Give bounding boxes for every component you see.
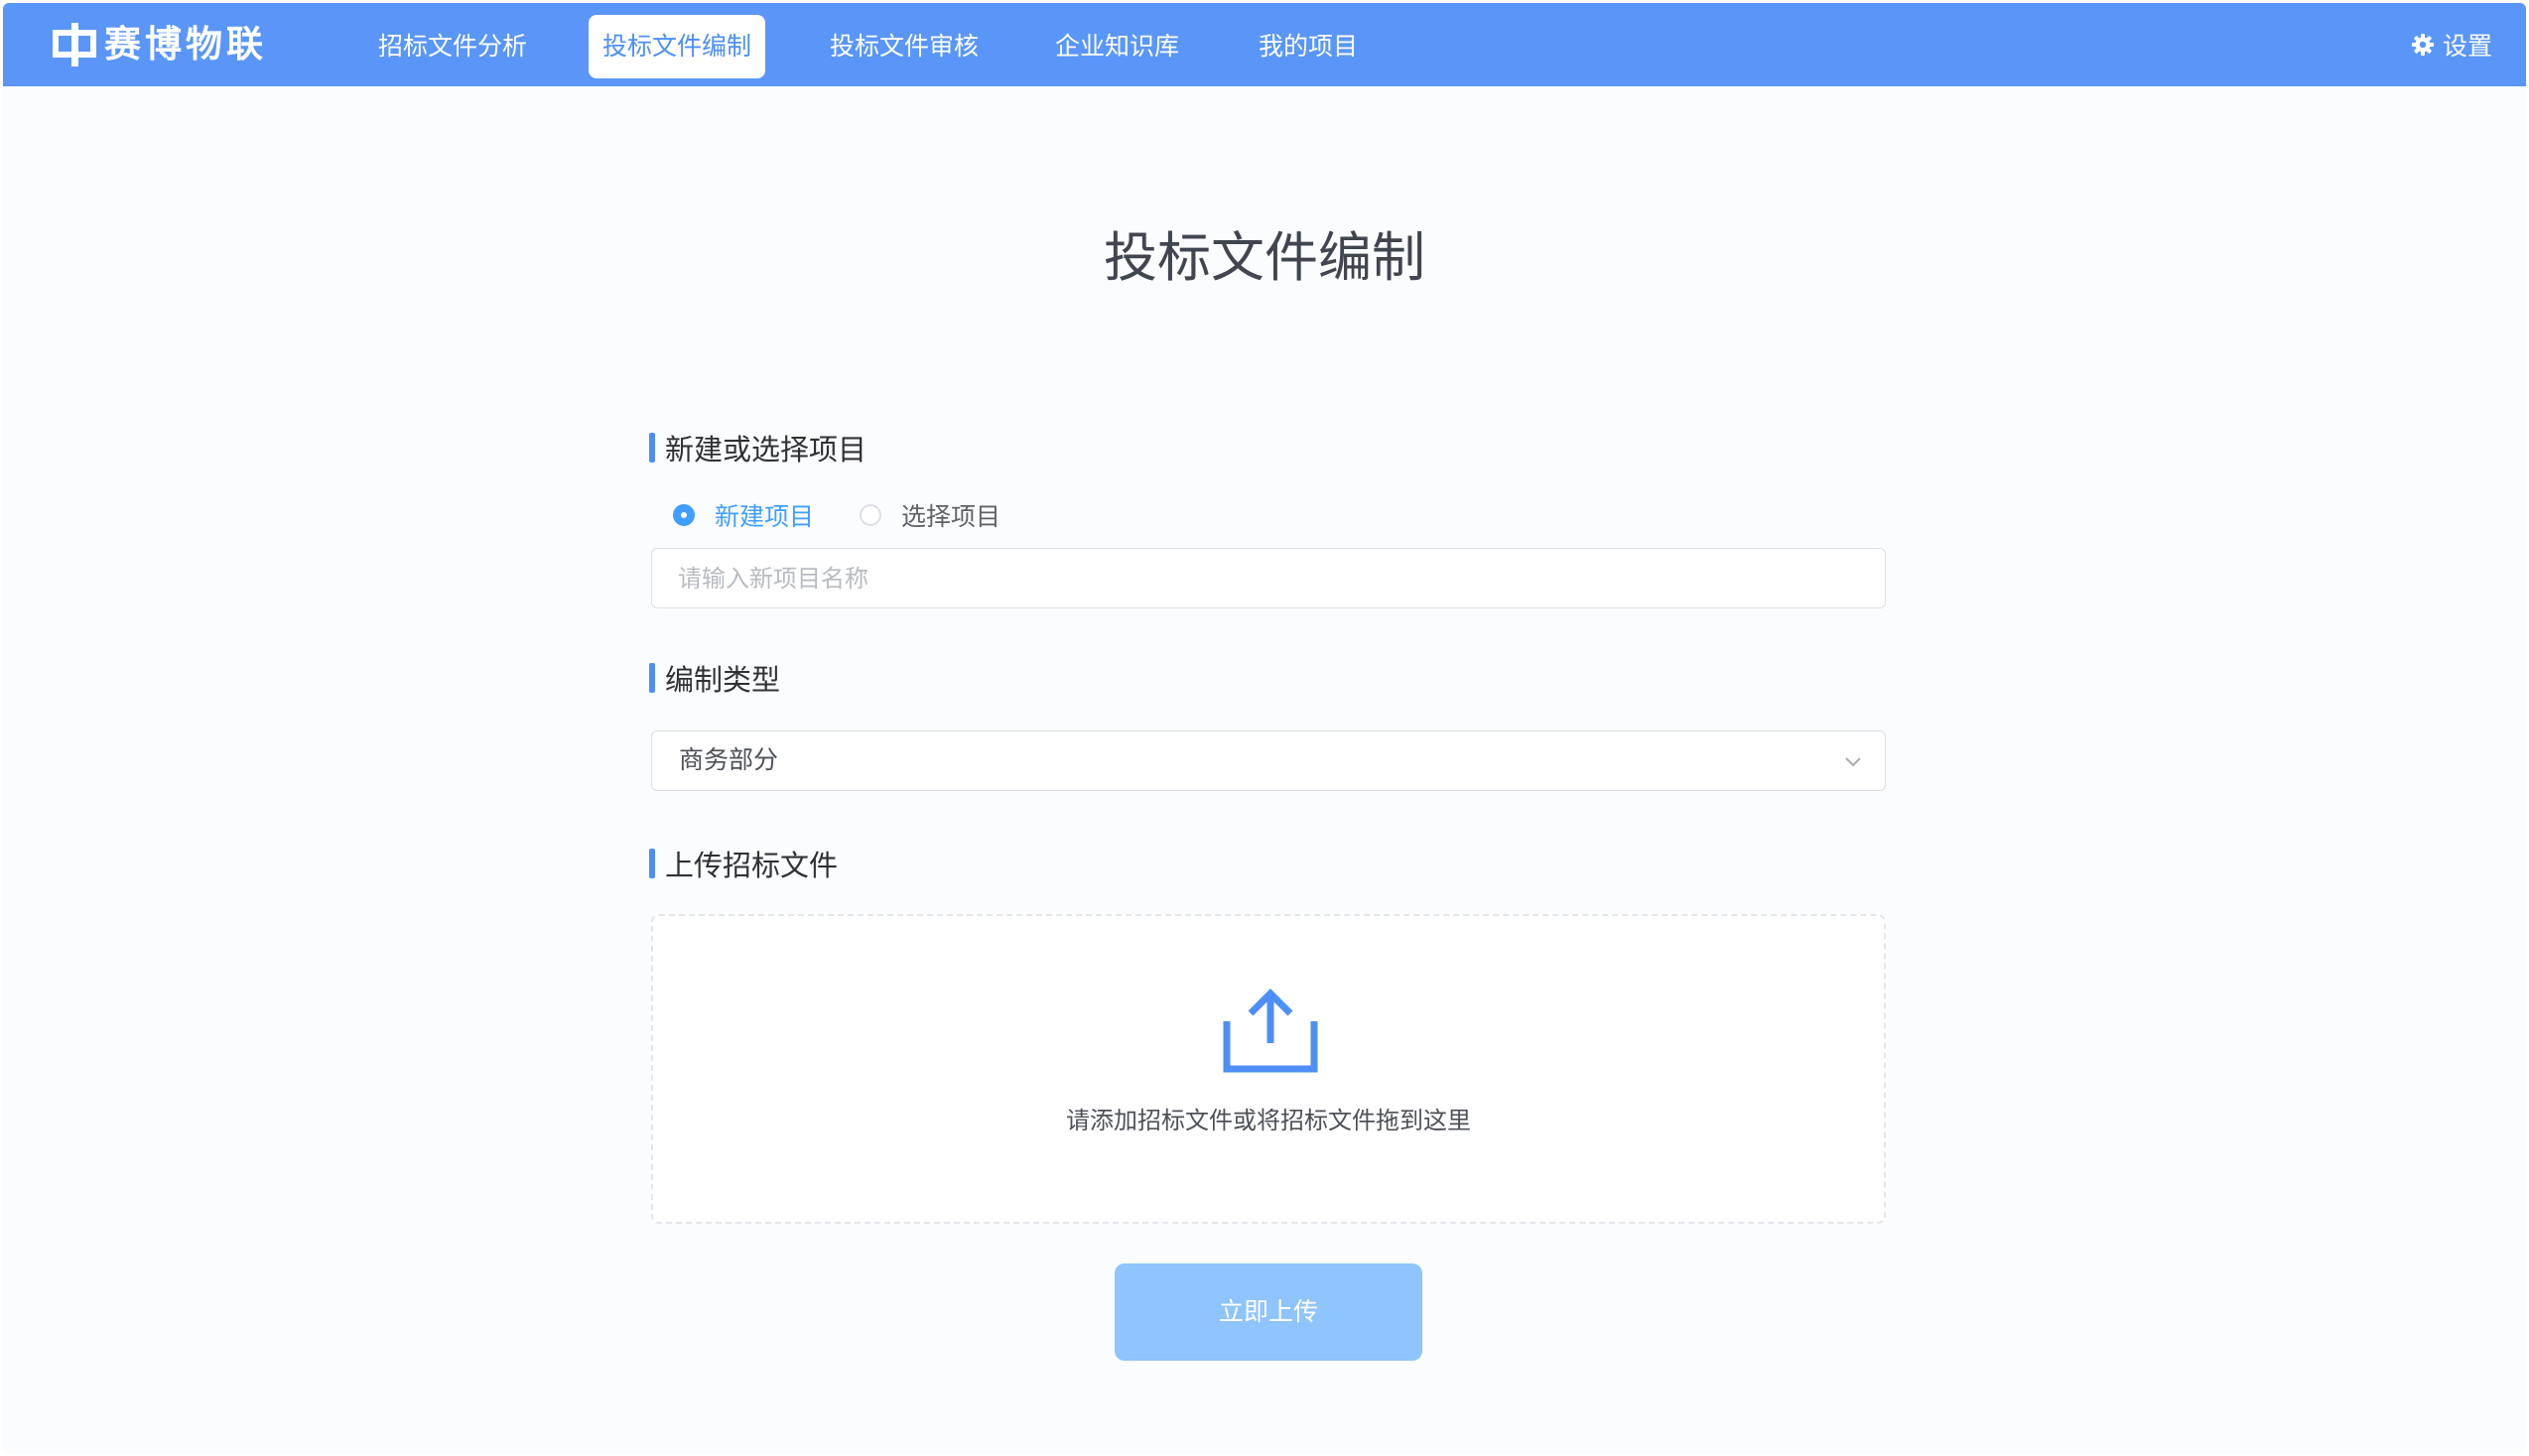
section-title-upload: 上传招标文件 bbox=[649, 846, 839, 882]
upload-icon bbox=[1223, 989, 1318, 1073]
section-marker bbox=[649, 849, 655, 878]
section-marker bbox=[649, 433, 655, 463]
nav-item-bid-drafting[interactable]: 投标文件编制 bbox=[589, 15, 765, 78]
nav-item-knowledge-base[interactable]: 企业知识库 bbox=[1045, 15, 1189, 78]
radio-select-project-label[interactable]: 选择项目 bbox=[901, 497, 1000, 533]
nav-item-tender-analysis[interactable]: 招标文件分析 bbox=[355, 15, 550, 78]
draft-type-selected-value: 商务部分 bbox=[679, 745, 779, 774]
radio-select-project[interactable]: 选择项目 bbox=[860, 497, 1000, 533]
top-navigation-bar: 赛博物联 招标文件分析 投标文件编制 投标文件审核 企业知识库 我的项目 设置 bbox=[3, 3, 2526, 86]
upload-now-button[interactable]: 立即上传 bbox=[1115, 1263, 1422, 1361]
brand-name: 赛博物联 bbox=[104, 23, 267, 66]
page-title: 投标文件编制 bbox=[1104, 226, 1425, 289]
upload-hint-text: 请添加招标文件或将招标文件拖到这里 bbox=[1066, 1107, 1471, 1134]
project-mode-radio-group: 新建项目 选择项目 bbox=[673, 497, 1046, 533]
radio-new-project-circle[interactable] bbox=[673, 504, 695, 526]
brand-logo[interactable]: 赛博物联 bbox=[53, 21, 267, 68]
logo-icon bbox=[53, 23, 96, 66]
chevron-down-icon bbox=[1845, 757, 1861, 767]
draft-type-select[interactable]: 商务部分 bbox=[651, 730, 1886, 791]
settings-label: 设置 bbox=[2442, 32, 2492, 61]
section-title-type: 编制类型 bbox=[649, 660, 781, 697]
radio-select-project-circle[interactable] bbox=[860, 504, 882, 526]
section-title-upload-label: 上传招标文件 bbox=[665, 849, 839, 882]
project-name-input[interactable] bbox=[652, 549, 1885, 607]
nav-item-my-projects[interactable]: 我的项目 bbox=[1234, 15, 1383, 78]
section-title-project-label: 新建或选择项目 bbox=[665, 433, 867, 466]
section-title-type-label: 编制类型 bbox=[665, 663, 781, 697]
project-name-field bbox=[651, 548, 1886, 608]
app-window: 赛博物联 招标文件分析 投标文件编制 投标文件审核 企业知识库 我的项目 设置 bbox=[3, 3, 2526, 1454]
nav-item-bid-review[interactable]: 投标文件审核 bbox=[805, 15, 1003, 78]
radio-new-project[interactable]: 新建项目 bbox=[673, 497, 814, 533]
settings-button[interactable]: 设置 bbox=[2411, 27, 2492, 63]
file-drop-zone[interactable]: 请添加招标文件或将招标文件拖到这里 bbox=[651, 914, 1886, 1224]
section-title-project: 新建或选择项目 bbox=[649, 430, 867, 466]
section-marker bbox=[649, 663, 655, 693]
gear-icon bbox=[2411, 34, 2434, 56]
radio-new-project-label[interactable]: 新建项目 bbox=[715, 497, 814, 533]
